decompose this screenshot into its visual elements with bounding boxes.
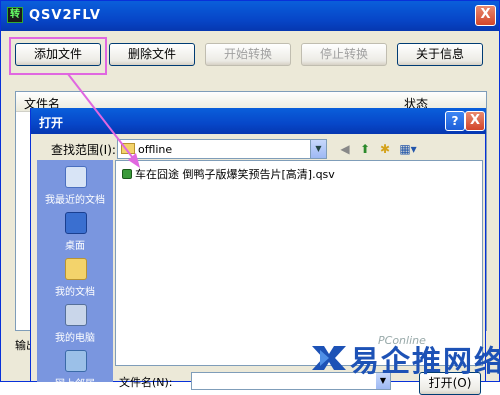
dialog-titlebar: 打开 ? X	[31, 108, 486, 134]
back-icon[interactable]: ◀	[337, 141, 353, 157]
network-places-icon	[65, 350, 87, 372]
place-label: 网上邻居	[55, 379, 95, 390]
app-icon: 转	[7, 7, 23, 23]
place-recent[interactable]: 我最近的文档	[37, 164, 113, 210]
place-my-computer[interactable]: 我的电脑	[37, 302, 113, 348]
highlight-box	[9, 37, 107, 75]
look-in-label: 查找范围(I):	[51, 143, 116, 157]
my-computer-icon	[65, 304, 87, 326]
view-menu-icon[interactable]: ▦▾	[397, 141, 419, 157]
start-convert-button[interactable]: 开始转换	[205, 43, 291, 66]
desktop-icon	[65, 212, 87, 234]
qsv-file-icon	[122, 169, 132, 179]
folder-icon	[121, 143, 135, 154]
file-item-name: 车在囧途 倒鸭子版爆笑预告片[高清].qsv	[135, 168, 335, 181]
main-titlebar: 转 QSV2FLV X	[1, 1, 499, 31]
place-label: 我的文档	[55, 287, 95, 298]
my-documents-icon	[65, 258, 87, 280]
place-network[interactable]: 网上邻居	[37, 348, 113, 394]
place-my-documents[interactable]: 我的文档	[37, 256, 113, 302]
new-folder-icon[interactable]: ✱	[377, 141, 393, 157]
window-title: QSV2FLV	[29, 8, 101, 23]
close-button[interactable]: X	[475, 5, 496, 26]
watermark-text: 易企推网络	[350, 344, 500, 378]
filename-label: 文件名(N):	[119, 376, 173, 389]
dialog-close-button[interactable]: X	[465, 111, 485, 131]
place-label: 我最近的文档	[45, 195, 105, 206]
place-desktop[interactable]: 桌面	[37, 210, 113, 256]
file-item[interactable]: 车在囧途 倒鸭子版爆笑预告片[高清].qsv	[122, 166, 335, 182]
help-button[interactable]: ?	[445, 111, 465, 131]
place-label: 桌面	[65, 241, 85, 252]
place-label: 我的电脑	[55, 333, 95, 344]
recent-documents-icon	[65, 166, 87, 188]
delete-file-button[interactable]: 删除文件	[109, 43, 195, 66]
look-in-value: offline	[138, 143, 173, 156]
places-bar: 我最近的文档 桌面 我的文档 我的电脑 网上邻居	[37, 160, 113, 390]
chevron-down-icon[interactable]: ▼	[310, 140, 326, 158]
dialog-title: 打开	[39, 116, 64, 130]
watermark: PConline 易企推网络	[308, 334, 500, 380]
watermark-logo-icon	[312, 346, 346, 370]
stop-convert-button[interactable]: 停止转换	[301, 43, 387, 66]
about-button[interactable]: 关于信息	[397, 43, 483, 66]
up-folder-icon[interactable]: ⬆	[357, 141, 373, 157]
look-in-dropdown[interactable]: offline ▼	[117, 139, 327, 159]
